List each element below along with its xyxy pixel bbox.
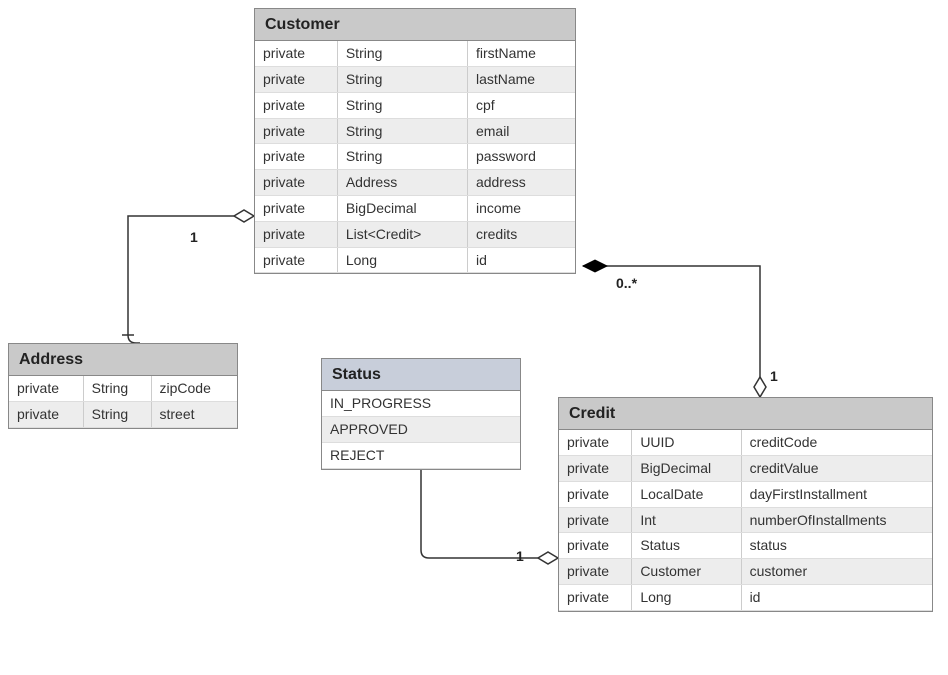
attribute-vis: private xyxy=(255,41,337,66)
attribute-vis: private xyxy=(255,118,337,144)
attribute-vis: private xyxy=(255,195,337,221)
attribute-vis: private xyxy=(559,430,632,455)
enum-value-row: IN_PROGRESS xyxy=(322,391,520,416)
attribute-row: privateList<Credit>credits xyxy=(255,221,575,247)
attribute-vis: private xyxy=(9,401,83,427)
attribute-row: privateStringcpf xyxy=(255,92,575,118)
multiplicity-customer-address: 1 xyxy=(190,229,198,245)
attribute-row: privateBigDecimalincome xyxy=(255,195,575,221)
attribute-type: String xyxy=(83,376,151,401)
attribute-type: Customer xyxy=(632,559,741,585)
attribute-type: Int xyxy=(632,507,741,533)
attribute-name: zipCode xyxy=(151,376,237,401)
attribute-vis: private xyxy=(559,533,632,559)
attribute-type: List<Credit> xyxy=(337,221,467,247)
attribute-type: BigDecimal xyxy=(632,455,741,481)
enum-value-row: APPROVED xyxy=(322,416,520,442)
class-credit: Credit privateUUIDcreditCodeprivateBigDe… xyxy=(558,397,933,612)
attribute-name: lastName xyxy=(467,66,575,92)
class-title: Status xyxy=(322,359,520,391)
attribute-type: String xyxy=(337,144,467,170)
attribute-name: numberOfInstallments xyxy=(741,507,932,533)
attribute-row: privateBigDecimalcreditValue xyxy=(559,455,932,481)
attribute-vis: private xyxy=(255,247,337,273)
attribute-name: address xyxy=(467,170,575,196)
attribute-type: BigDecimal xyxy=(337,195,467,221)
attribute-type: String xyxy=(337,41,467,66)
enum-value-row: REJECT xyxy=(322,442,520,468)
attributes-table: privateStringfirstNameprivateStringlastN… xyxy=(255,41,575,273)
class-title: Credit xyxy=(559,398,932,430)
attribute-row: privateLocalDatedayFirstInstallment xyxy=(559,481,932,507)
attribute-name: credits xyxy=(467,221,575,247)
enum-values-table: IN_PROGRESSAPPROVEDREJECT xyxy=(322,391,520,468)
attribute-type: String xyxy=(337,118,467,144)
attribute-name: street xyxy=(151,401,237,427)
attribute-type: Status xyxy=(632,533,741,559)
attribute-vis: private xyxy=(559,507,632,533)
attribute-vis: private xyxy=(559,455,632,481)
attribute-vis: private xyxy=(559,481,632,507)
multiplicity-credit-status: 1 xyxy=(516,548,524,564)
attribute-name: status xyxy=(741,533,932,559)
attribute-row: privateUUIDcreditCode xyxy=(559,430,932,455)
enum-value: IN_PROGRESS xyxy=(322,391,520,416)
attribute-name: id xyxy=(467,247,575,273)
attribute-type: String xyxy=(83,401,151,427)
enum-value: APPROVED xyxy=(322,416,520,442)
attribute-name: cpf xyxy=(467,92,575,118)
class-title: Address xyxy=(9,344,237,376)
attribute-vis: private xyxy=(559,559,632,585)
attribute-name: email xyxy=(467,118,575,144)
attribute-type: UUID xyxy=(632,430,741,455)
attribute-row: privateLongid xyxy=(559,584,932,610)
class-customer: Customer privateStringfirstNameprivateSt… xyxy=(254,8,576,274)
multiplicity-credit-customer: 1 xyxy=(770,368,778,384)
attribute-row: privateStringpassword xyxy=(255,144,575,170)
attribute-type: LocalDate xyxy=(632,481,741,507)
attributes-table: privateUUIDcreditCodeprivateBigDecimalcr… xyxy=(559,430,932,611)
attribute-type: String xyxy=(337,92,467,118)
enum-status: Status IN_PROGRESSAPPROVEDREJECT xyxy=(321,358,521,470)
attribute-type: Long xyxy=(337,247,467,273)
attribute-row: privateStringfirstName xyxy=(255,41,575,66)
attribute-name: password xyxy=(467,144,575,170)
attribute-row: privateIntnumberOfInstallments xyxy=(559,507,932,533)
attribute-vis: private xyxy=(255,66,337,92)
attribute-vis: private xyxy=(255,221,337,247)
attribute-row: privateStringlastName xyxy=(255,66,575,92)
class-address: Address privateStringzipCodeprivateStrin… xyxy=(8,343,238,429)
attribute-vis: private xyxy=(559,584,632,610)
multiplicity-customer-credits: 0..* xyxy=(616,275,637,291)
attribute-row: privateStatusstatus xyxy=(559,533,932,559)
attribute-name: creditCode xyxy=(741,430,932,455)
class-title: Customer xyxy=(255,9,575,41)
attribute-vis: private xyxy=(9,376,83,401)
attributes-table: privateStringzipCodeprivateStringstreet xyxy=(9,376,237,428)
attribute-name: id xyxy=(741,584,932,610)
attribute-type: Address xyxy=(337,170,467,196)
attribute-type: String xyxy=(337,66,467,92)
attribute-vis: private xyxy=(255,92,337,118)
attribute-name: customer xyxy=(741,559,932,585)
attribute-row: privateCustomercustomer xyxy=(559,559,932,585)
attribute-type: Long xyxy=(632,584,741,610)
attribute-row: privateAddressaddress xyxy=(255,170,575,196)
attribute-row: privateStringstreet xyxy=(9,401,237,427)
attribute-vis: private xyxy=(255,170,337,196)
attribute-row: privateStringemail xyxy=(255,118,575,144)
attribute-row: privateLongid xyxy=(255,247,575,273)
attribute-name: creditValue xyxy=(741,455,932,481)
attribute-vis: private xyxy=(255,144,337,170)
enum-value: REJECT xyxy=(322,442,520,468)
attribute-row: privateStringzipCode xyxy=(9,376,237,401)
attribute-name: dayFirstInstallment xyxy=(741,481,932,507)
attribute-name: income xyxy=(467,195,575,221)
attribute-name: firstName xyxy=(467,41,575,66)
